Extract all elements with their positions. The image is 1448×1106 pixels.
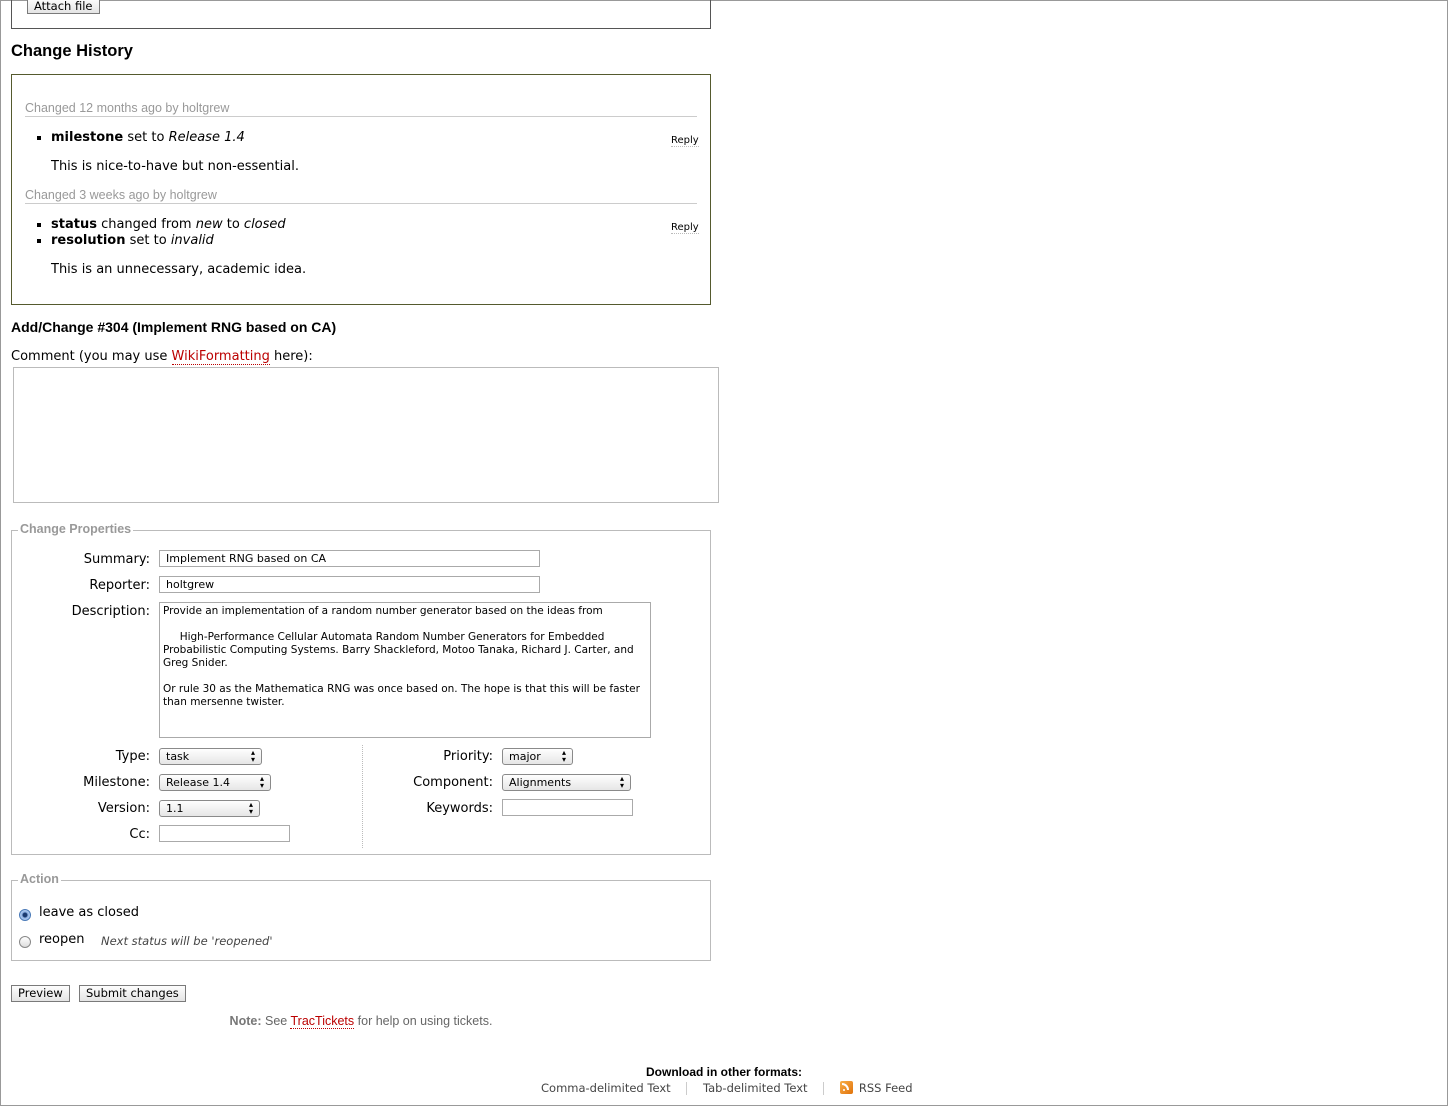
submit-changes-button[interactable]: Submit changes (79, 985, 186, 1002)
change-comment: This is nice-to-have but non-essential. (51, 159, 299, 174)
reply-link[interactable]: Reply (671, 135, 699, 147)
reply-link[interactable]: Reply (671, 222, 699, 234)
change-list: status changed from new to closed resolu… (11, 217, 611, 249)
change-field: milestone (51, 130, 124, 145)
reopen-radio[interactable] (19, 936, 31, 948)
reopen-label[interactable]: reopen (39, 932, 85, 947)
version-select[interactable]: 1.1 ▴ ▾ (159, 800, 260, 817)
change-list: milestone set to Release 1.4 (11, 130, 611, 146)
cc-label: Cc: (129, 827, 150, 842)
leave-radio[interactable] (19, 909, 31, 921)
change-to-word: to (226, 217, 240, 232)
change-item: resolution set to invalid (51, 233, 611, 249)
change-value: invalid (170, 233, 214, 248)
comment-label: Comment (you may use WikiFormatting here… (11, 349, 313, 365)
keywords-input[interactable] (502, 799, 633, 816)
change-header: Changed 12 months ago by holtgrew (25, 101, 697, 117)
change-field: status (51, 217, 97, 232)
change-action: set to (129, 233, 167, 248)
version-label: Version: (97, 801, 150, 816)
change-time-link[interactable]: 3 weeks ago (79, 188, 149, 202)
change-history-title: Change History (11, 42, 133, 60)
change-prefix: Changed (25, 101, 76, 115)
change-from-value: new (195, 217, 223, 232)
rss-feed-link[interactable]: RSS Feed (859, 1081, 913, 1095)
type-select-value: task (166, 750, 190, 763)
reporter-input[interactable]: holtgrew (159, 576, 540, 593)
version-select-value: 1.1 (166, 802, 184, 815)
change-value: closed (243, 217, 286, 232)
select-arrows-icon: ▴ ▾ (259, 774, 264, 790)
component-select-value: Alignments (509, 776, 572, 789)
select-arrows-icon: ▴ ▾ (248, 800, 253, 816)
download-title: Download in other formats: (646, 1065, 802, 1079)
wikiformatting-link[interactable]: WikiFormatting (171, 349, 270, 365)
attach-file-button[interactable]: Attach file (27, 0, 100, 14)
separator (823, 1082, 825, 1095)
type-label: Type: (115, 749, 150, 764)
type-select[interactable]: task ▴ ▾ (159, 748, 262, 765)
description-label: Description: (71, 604, 150, 619)
change-item: status changed from new to closed (51, 217, 611, 233)
change-field: resolution (51, 233, 126, 248)
summary-input[interactable]: Implement RNG based on CA (159, 550, 540, 567)
csv-download-link[interactable]: Comma-delimited Text (541, 1081, 671, 1095)
change-by: by (152, 188, 167, 202)
change-author: holtgrew (182, 101, 230, 115)
note-label: Note: (229, 1014, 262, 1028)
priority-select-value: major (509, 750, 541, 763)
select-arrows-icon: ▴ ▾ (250, 748, 255, 764)
change-item: milestone set to Release 1.4 (51, 130, 611, 146)
reopen-hint: Next status will be 'reopened' (101, 934, 273, 948)
change-value: Release 1.4 (168, 130, 245, 145)
select-arrows-icon: ▴ ▾ (619, 774, 624, 790)
priority-label: Priority: (443, 749, 493, 764)
note-suffix: for help on using tickets. (357, 1014, 493, 1028)
separator (686, 1082, 688, 1095)
action-fieldset (11, 880, 711, 961)
download-links: Comma-delimited Text Tab-delimited Text … (541, 1081, 913, 1095)
change-author: holtgrew (169, 188, 217, 202)
preview-button[interactable]: Preview (11, 985, 70, 1002)
rss-icon (839, 1081, 853, 1094)
description-textarea[interactable]: Provide an implementation of a random nu… (159, 602, 651, 738)
component-select[interactable]: Alignments ▴ ▾ (502, 774, 631, 791)
milestone-select[interactable]: Release 1.4 ▴ ▾ (159, 774, 271, 791)
comment-label-suffix: here): (274, 349, 313, 364)
change-comment: This is an unnecessary, academic idea. (51, 262, 307, 277)
change-header: Changed 3 weeks ago by holtgrew (25, 188, 697, 204)
tab-download-link[interactable]: Tab-delimited Text (703, 1081, 808, 1095)
priority-select[interactable]: major ▴ ▾ (502, 748, 573, 765)
change-prefix: Changed (25, 188, 76, 202)
attachments-box (11, 0, 711, 29)
change-by: by (165, 101, 179, 115)
leave-label[interactable]: leave as closed (39, 905, 139, 920)
milestone-select-value: Release 1.4 (166, 776, 230, 789)
note-prefix: See (264, 1014, 288, 1028)
tractickets-link[interactable]: TracTickets (290, 1014, 355, 1029)
select-arrows-icon: ▴ ▾ (561, 748, 566, 764)
properties-divider (362, 745, 363, 848)
add-change-title: Add/Change #304 (Implement RNG based on … (11, 319, 337, 335)
change-action: set to (127, 130, 165, 145)
change-properties-legend: Change Properties (18, 522, 134, 536)
summary-label: Summary: (83, 552, 150, 567)
component-label: Component: (413, 775, 493, 790)
comment-label-prefix: Comment (you may use (11, 349, 168, 364)
keywords-label: Keywords: (426, 801, 493, 816)
change-time-link[interactable]: 12 months ago (79, 101, 162, 115)
action-legend: Action (18, 872, 61, 886)
comment-textarea[interactable] (13, 367, 719, 503)
reporter-label: Reporter: (89, 578, 150, 593)
change-action: changed from (101, 217, 192, 232)
cc-input[interactable] (159, 825, 290, 842)
help-note: Note: See TracTickets for help on using … (0, 1014, 722, 1029)
milestone-label: Milestone: (83, 775, 150, 790)
